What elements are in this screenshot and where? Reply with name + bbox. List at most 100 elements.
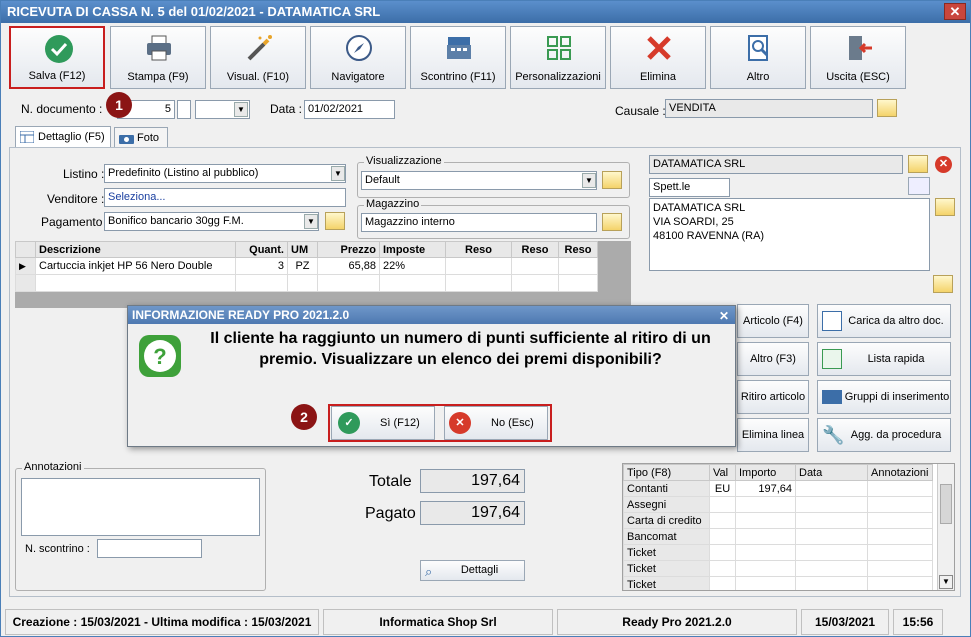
column-header[interactable]: Data bbox=[795, 464, 868, 481]
table-cell[interactable] bbox=[735, 528, 796, 545]
table-cell[interactable] bbox=[35, 274, 236, 292]
customize-button[interactable]: Personalizzazioni bbox=[510, 26, 606, 89]
table-row[interactable]: ▶ Cartuccia inkjet HP 56 Nero Double 3 P… bbox=[15, 257, 598, 275]
delete-line-button[interactable]: Elimina linea bbox=[737, 418, 809, 452]
yes-button[interactable]: ✓ Sì (F12) bbox=[331, 406, 435, 440]
table-row[interactable]: Contanti EU 197,64 bbox=[623, 480, 933, 497]
preview-button[interactable]: Visual. (F10) bbox=[210, 26, 306, 89]
table-cell[interactable] bbox=[795, 512, 868, 529]
remove-customer-icon[interactable]: ✕ bbox=[935, 156, 952, 173]
folder-icon[interactable] bbox=[877, 99, 897, 117]
column-header[interactable]: Quant. bbox=[235, 241, 288, 258]
table-cell[interactable] bbox=[867, 480, 933, 497]
table-cell[interactable] bbox=[795, 528, 868, 545]
save-button[interactable]: Salva (F12) bbox=[9, 26, 105, 89]
table-cell[interactable]: 22% bbox=[379, 257, 446, 275]
print-button[interactable]: Stampa (F9) bbox=[110, 26, 206, 89]
customer-name-field[interactable]: DATAMATICA SRL bbox=[649, 155, 903, 174]
column-header[interactable]: Reso bbox=[511, 241, 559, 258]
table-cell[interactable] bbox=[735, 496, 796, 513]
delete-button[interactable]: Elimina bbox=[610, 26, 706, 89]
table-cell[interactable]: 3 bbox=[235, 257, 288, 275]
notes-textarea[interactable] bbox=[21, 478, 260, 536]
table-cell[interactable] bbox=[709, 528, 736, 545]
customer-address-box[interactable]: DATAMATICA SRL VIA SOARDI, 25 48100 RAVE… bbox=[649, 198, 930, 271]
other-f3-button[interactable]: Altro (F3) bbox=[737, 342, 809, 376]
column-header[interactable]: UM bbox=[287, 241, 318, 258]
table-cell[interactable]: Contanti bbox=[623, 480, 710, 497]
folder-icon[interactable] bbox=[602, 171, 622, 189]
load-from-doc-button[interactable]: Carica da altro doc. bbox=[817, 304, 951, 338]
visualization-select[interactable]: Default bbox=[361, 171, 597, 190]
column-header[interactable]: Importo bbox=[735, 464, 796, 481]
column-header[interactable]: Prezzo bbox=[317, 241, 380, 258]
column-header[interactable]: Val bbox=[709, 464, 736, 481]
chevron-down-icon[interactable]: ▼ bbox=[939, 575, 953, 589]
column-header[interactable]: Annotazioni bbox=[867, 464, 933, 481]
chevron-down-icon[interactable]: ▼ bbox=[304, 214, 318, 229]
table-row[interactable]: Ticket bbox=[623, 544, 933, 561]
folder-icon[interactable] bbox=[933, 275, 953, 293]
table-cell[interactable]: Bancomat bbox=[623, 528, 710, 545]
table-cell[interactable] bbox=[558, 257, 598, 275]
table-cell[interactable] bbox=[867, 496, 933, 513]
user-card-icon[interactable] bbox=[908, 177, 930, 195]
table-cell[interactable] bbox=[235, 274, 288, 292]
table-cell[interactable] bbox=[709, 576, 736, 590]
table-cell[interactable]: Assegni bbox=[623, 496, 710, 513]
scrollbar-thumb[interactable] bbox=[940, 484, 952, 524]
other-button[interactable]: Altro bbox=[710, 26, 806, 89]
table-cell[interactable] bbox=[558, 274, 598, 292]
warehouse-field[interactable]: Magazzino interno bbox=[361, 213, 597, 232]
return-article-button[interactable]: Ritiro articolo bbox=[737, 380, 809, 414]
table-row[interactable] bbox=[15, 274, 598, 292]
table-row[interactable]: Ticket bbox=[623, 576, 933, 590]
doc-series-select[interactable]: ▼ bbox=[195, 100, 250, 119]
payments-scrollbar[interactable]: ▼ bbox=[937, 464, 954, 590]
receipt-print-button[interactable]: Scontrino (F11) bbox=[410, 26, 506, 89]
table-cell[interactable] bbox=[317, 274, 380, 292]
exit-button[interactable]: Uscita (ESC) bbox=[810, 26, 906, 89]
table-cell[interactable] bbox=[511, 257, 559, 275]
pagamento-select[interactable]: Bonifico bancario 30gg F.M. bbox=[104, 212, 319, 231]
table-cell[interactable] bbox=[867, 576, 933, 590]
add-from-procedure-button[interactable]: 🔧 Agg. da procedura bbox=[817, 418, 951, 452]
table-cell[interactable] bbox=[735, 560, 796, 577]
table-cell[interactable]: Ticket bbox=[623, 576, 710, 590]
chevron-down-icon[interactable]: ▼ bbox=[331, 166, 345, 181]
article-button[interactable]: Articolo (F4) bbox=[737, 304, 809, 338]
table-cell[interactable] bbox=[735, 512, 796, 529]
dialog-close-icon[interactable]: ✕ bbox=[719, 307, 729, 325]
table-cell[interactable] bbox=[445, 257, 512, 275]
column-header[interactable]: Descrizione bbox=[35, 241, 236, 258]
table-cell[interactable]: Carta di credito bbox=[623, 512, 710, 529]
folder-icon[interactable] bbox=[325, 212, 345, 230]
table-cell[interactable] bbox=[795, 560, 868, 577]
table-cell[interactable] bbox=[867, 544, 933, 561]
table-cell[interactable] bbox=[379, 274, 446, 292]
table-cell[interactable] bbox=[709, 496, 736, 513]
folder-icon[interactable] bbox=[602, 213, 622, 231]
table-cell[interactable] bbox=[795, 480, 868, 497]
table-cell[interactable] bbox=[709, 560, 736, 577]
table-cell[interactable] bbox=[709, 512, 736, 529]
date-field[interactable]: 01/02/2021 bbox=[304, 100, 395, 119]
customer-title-field[interactable]: Spett.le bbox=[649, 178, 730, 197]
table-cell[interactable]: Ticket bbox=[623, 560, 710, 577]
close-window-button[interactable]: ✕ bbox=[944, 3, 966, 20]
table-cell[interactable] bbox=[867, 512, 933, 529]
tab-detail[interactable]: Dettaglio (F5) bbox=[15, 126, 111, 149]
table-cell[interactable] bbox=[709, 544, 736, 561]
folder-icon[interactable] bbox=[935, 198, 955, 216]
navigator-button[interactable]: Navigatore bbox=[310, 26, 406, 89]
table-cell[interactable]: PZ bbox=[287, 257, 318, 275]
column-header[interactable]: Reso bbox=[558, 241, 598, 258]
table-cell[interactable] bbox=[795, 544, 868, 561]
insert-groups-button[interactable]: Gruppi di inserimento bbox=[817, 380, 951, 414]
table-cell[interactable] bbox=[287, 274, 318, 292]
table-cell[interactable] bbox=[795, 576, 868, 590]
quick-list-button[interactable]: Lista rapida bbox=[817, 342, 951, 376]
listino-select[interactable]: Predefinito (Listino al pubblico) bbox=[104, 164, 346, 183]
table-cell[interactable]: Ticket bbox=[623, 544, 710, 561]
no-button[interactable]: ✕ No (Esc) bbox=[444, 406, 548, 440]
